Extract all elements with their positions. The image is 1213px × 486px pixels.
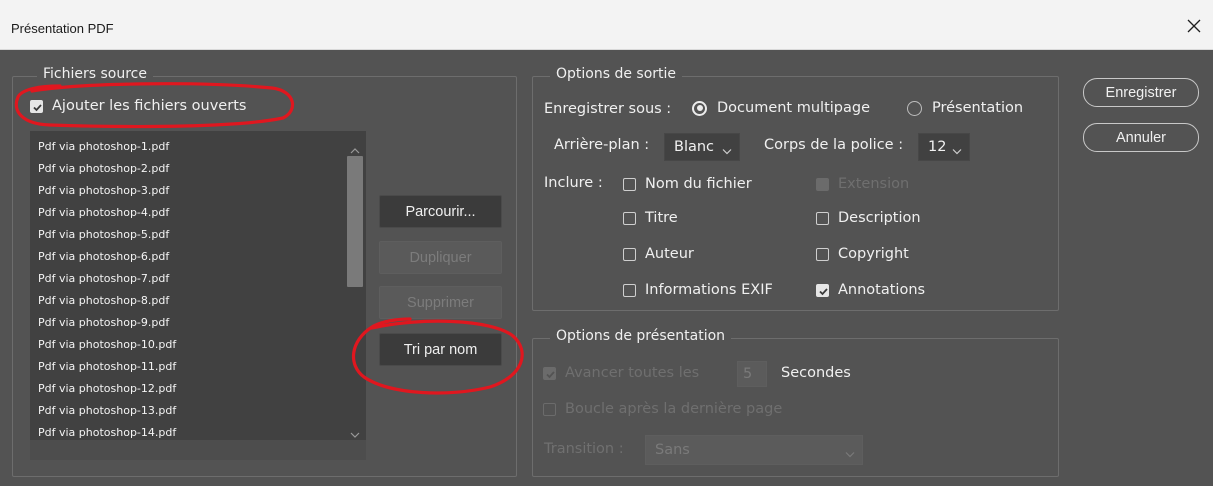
scrollbar-thumb[interactable] bbox=[347, 156, 363, 287]
seconds-label: Secondes bbox=[781, 365, 851, 381]
chevron-down-icon bbox=[845, 446, 855, 462]
advance-seconds-input[interactable]: 5 bbox=[737, 361, 767, 387]
list-item[interactable]: Pdf via photoshop-3.pdf bbox=[38, 184, 169, 197]
advance-label: Avancer toutes les bbox=[565, 365, 700, 381]
loop-checkbox[interactable]: Boucle après la dernière page bbox=[543, 401, 782, 417]
output-options-legend: Options de sortie bbox=[550, 66, 683, 82]
description-checkbox[interactable]: Description bbox=[816, 210, 921, 226]
copyright-label: Copyright bbox=[838, 246, 909, 262]
horizontal-scrollbar[interactable] bbox=[30, 440, 366, 460]
checkbox-disabled-icon bbox=[543, 366, 556, 380]
exif-label: Informations EXIF bbox=[645, 282, 773, 298]
background-value: Blanc bbox=[674, 139, 715, 155]
filename-label: Nom du fichier bbox=[645, 176, 752, 192]
checkbox-icon bbox=[623, 177, 636, 191]
exif-checkbox[interactable]: Informations EXIF bbox=[623, 282, 773, 298]
list-item[interactable]: Pdf via photoshop-1.pdf bbox=[38, 140, 169, 153]
chevron-down-icon bbox=[952, 143, 962, 159]
checkbox-icon bbox=[816, 211, 829, 225]
presentation-label: Présentation bbox=[932, 100, 1024, 116]
advance-seconds-value: 5 bbox=[743, 366, 753, 382]
list-item[interactable]: Pdf via photoshop-14.pdf bbox=[38, 426, 176, 439]
list-item[interactable]: Pdf via photoshop-11.pdf bbox=[38, 360, 176, 373]
author-label: Auteur bbox=[645, 246, 694, 262]
description-label: Description bbox=[838, 210, 921, 226]
presentation-radio[interactable]: Présentation bbox=[907, 100, 1023, 116]
list-item[interactable]: Pdf via photoshop-12.pdf bbox=[38, 382, 176, 395]
list-item[interactable]: Pdf via photoshop-10.pdf bbox=[38, 338, 176, 351]
author-checkbox[interactable]: Auteur bbox=[623, 246, 694, 262]
title-checkbox[interactable]: Titre bbox=[623, 210, 678, 226]
add-open-files-checkbox[interactable]: Ajouter les fichiers ouverts bbox=[30, 98, 246, 114]
scroll-up-icon[interactable] bbox=[350, 140, 360, 159]
browse-button[interactable]: Parcourir... bbox=[379, 195, 502, 228]
dialog-body: Fichiers source Ajouter les fichiers ouv… bbox=[0, 51, 1213, 486]
sort-by-name-button[interactable]: Tri par nom bbox=[379, 333, 502, 366]
radio-unselected-icon bbox=[907, 100, 922, 116]
add-open-files-label: Ajouter les fichiers ouverts bbox=[52, 98, 247, 114]
loop-label: Boucle après la dernière page bbox=[565, 401, 783, 417]
title-bar: Présentation PDF bbox=[0, 0, 1213, 50]
multipage-label: Document multipage bbox=[717, 100, 871, 116]
remove-button[interactable]: Supprimer bbox=[379, 286, 502, 319]
font-size-value: 12 bbox=[928, 139, 947, 155]
checkbox-checked-icon bbox=[816, 283, 829, 297]
list-item[interactable]: Pdf via photoshop-7.pdf bbox=[38, 272, 169, 285]
list-item[interactable]: Pdf via photoshop-4.pdf bbox=[38, 206, 169, 219]
checkbox-icon bbox=[623, 211, 636, 225]
background-label: Arrière-plan : bbox=[554, 137, 650, 153]
extension-checkbox[interactable]: Extension bbox=[816, 176, 909, 192]
chevron-down-icon bbox=[722, 143, 732, 159]
checkbox-icon bbox=[816, 247, 829, 261]
extension-label: Extension bbox=[838, 176, 910, 192]
list-item[interactable]: Pdf via photoshop-5.pdf bbox=[38, 228, 169, 241]
include-label: Inclure : bbox=[544, 175, 603, 191]
multipage-radio[interactable]: Document multipage bbox=[692, 100, 870, 116]
filename-checkbox[interactable]: Nom du fichier bbox=[623, 176, 752, 192]
window-title: Présentation PDF bbox=[11, 21, 114, 36]
list-item[interactable]: Pdf via photoshop-6.pdf bbox=[38, 250, 169, 263]
list-item[interactable]: Pdf via photoshop-2.pdf bbox=[38, 162, 169, 175]
transition-select[interactable]: Sans bbox=[645, 435, 863, 465]
font-size-label: Corps de la police : bbox=[764, 137, 904, 153]
list-item[interactable]: Pdf via photoshop-13.pdf bbox=[38, 404, 176, 417]
checkbox-checked-icon bbox=[30, 99, 43, 113]
background-select[interactable]: Blanc bbox=[664, 133, 740, 161]
radio-selected-icon bbox=[692, 100, 707, 116]
advance-checkbox[interactable]: Avancer toutes les bbox=[543, 365, 699, 381]
annotations-label: Annotations bbox=[838, 282, 926, 298]
font-size-select[interactable]: 12 bbox=[918, 133, 970, 161]
save-as-label: Enregistrer sous : bbox=[544, 101, 672, 117]
checkbox-disabled-icon bbox=[543, 402, 556, 416]
checkbox-icon bbox=[623, 247, 636, 261]
checkbox-icon bbox=[623, 283, 636, 297]
title-label: Titre bbox=[645, 210, 678, 226]
source-files-legend: Fichiers source bbox=[37, 66, 153, 82]
list-item[interactable]: Pdf via photoshop-8.pdf bbox=[38, 294, 169, 307]
close-icon[interactable] bbox=[1182, 14, 1206, 38]
file-list[interactable]: Pdf via photoshop-1.pdf Pdf via photosho… bbox=[30, 131, 366, 460]
transition-label: Transition : bbox=[544, 441, 624, 457]
cancel-button[interactable]: Annuler bbox=[1083, 123, 1199, 152]
annotations-checkbox[interactable]: Annotations bbox=[816, 282, 925, 298]
duplicate-button[interactable]: Dupliquer bbox=[379, 241, 502, 274]
checkbox-disabled-icon bbox=[816, 177, 829, 191]
copyright-checkbox[interactable]: Copyright bbox=[816, 246, 909, 262]
list-item[interactable]: Pdf via photoshop-9.pdf bbox=[38, 316, 169, 329]
transition-value: Sans bbox=[655, 442, 690, 458]
presentation-options-legend: Options de présentation bbox=[550, 328, 732, 344]
save-button[interactable]: Enregistrer bbox=[1083, 78, 1199, 107]
